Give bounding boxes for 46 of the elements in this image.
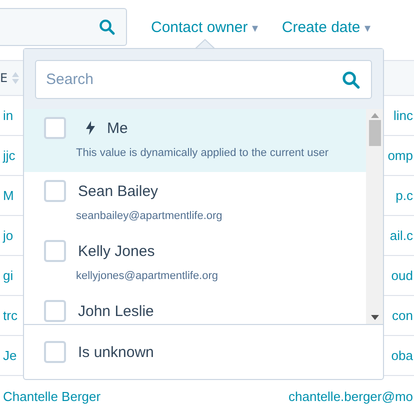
checkbox[interactable] [44, 180, 66, 202]
table-cell-link[interactable]: M [3, 188, 14, 203]
filter-dropdown[interactable]: Contact owner ▾ [151, 18, 258, 36]
table-cell-link[interactable]: trc [3, 308, 18, 323]
column-header[interactable]: E [0, 71, 8, 85]
option-label: Is unknown [78, 344, 154, 360]
search-icon [342, 70, 360, 88]
table-cell-link[interactable]: p.c [396, 188, 413, 203]
checkbox[interactable] [44, 341, 66, 363]
scrollbar[interactable] [366, 109, 383, 324]
option-item[interactable]: Me This value is dynamically applied to the current user [24, 109, 366, 172]
search-field[interactable]: Search [35, 60, 372, 99]
option-description: This value is dynamically applied to the current user [76, 147, 330, 159]
option-item[interactable]: John Leslie [24, 292, 366, 324]
table-cell-link[interactable]: omp [388, 148, 413, 163]
table-cell-link[interactable]: in [3, 108, 14, 123]
scrollbar-thumb[interactable] [368, 120, 380, 146]
table-cell-link[interactable]: con [392, 308, 413, 323]
table-cell-link[interactable]: Chantelle Berger [3, 388, 101, 404]
table-cell-link[interactable]: jo [3, 228, 14, 243]
option-label: Sean Bailey [78, 182, 158, 200]
search-field[interactable] [0, 8, 127, 46]
scroll-down-arrow-icon[interactable] [370, 315, 378, 320]
checkbox[interactable] [44, 240, 66, 262]
checkbox[interactable] [44, 117, 66, 139]
option-label: Me [107, 120, 128, 136]
table-cell-link[interactable]: oba [391, 348, 413, 363]
option-description: kellyjones@apartmentlife.org [76, 270, 220, 282]
option-item[interactable]: Sean Bailey seanbailey@apartmentlife.org [24, 172, 366, 232]
checkbox[interactable] [44, 300, 66, 322]
search-icon [99, 19, 115, 35]
filter-dropdown[interactable]: Create date ▾ [282, 18, 370, 36]
lightning-icon [86, 121, 95, 135]
table-cell-link[interactable]: ail.c [390, 228, 413, 243]
table-cell-link[interactable]: chantelle.berger@mo [288, 388, 413, 404]
option-label: Kelly Jones [78, 242, 155, 260]
scroll-up-arrow-icon[interactable] [370, 113, 378, 118]
table-cell-link[interactable]: Je [3, 348, 17, 363]
option-item[interactable]: Kelly Jones kellyjones@apartmentlife.org [24, 232, 366, 292]
option-label: John Leslie [78, 302, 154, 320]
table-cell-link[interactable]: gi [3, 268, 14, 283]
option-description: seanbailey@apartmentlife.org [76, 210, 224, 222]
sort-icon[interactable] [12, 71, 19, 85]
table-cell-link[interactable]: oud [391, 268, 413, 283]
table-cell-link[interactable]: linc [393, 108, 413, 123]
table-cell-link[interactable]: jjc [3, 148, 16, 163]
